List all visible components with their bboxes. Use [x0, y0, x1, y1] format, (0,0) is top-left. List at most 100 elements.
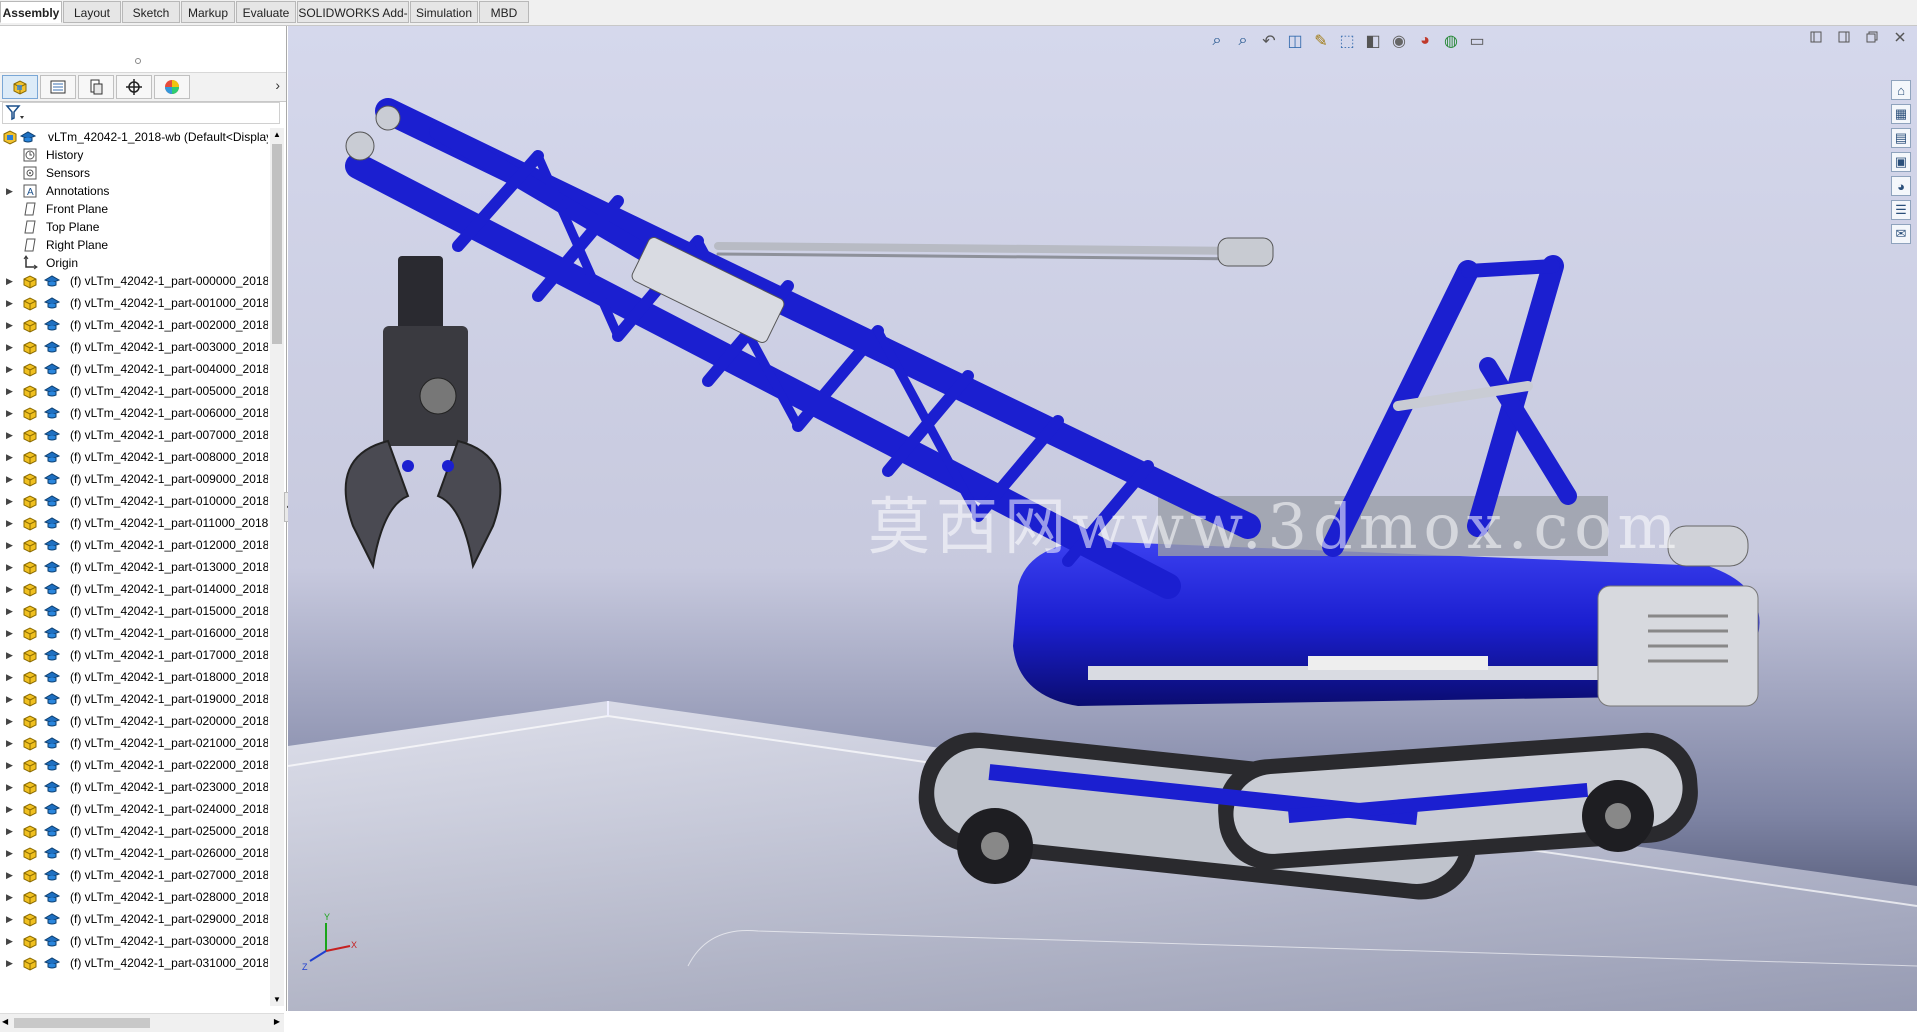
expand-arrow-icon[interactable]: ▶ [6, 336, 14, 358]
dimxpert-tab[interactable] [116, 75, 152, 99]
tree-item-part[interactable]: ▶ (f) vLTm_42042-1_part-017000_2018< [0, 644, 268, 666]
tree-item-part[interactable]: ▶ (f) vLTm_42042-1_part-009000_2018< [0, 468, 268, 490]
scroll-right-icon[interactable]: ▶ [274, 1017, 280, 1026]
tree-item-part[interactable]: ▶ (f) vLTm_42042-1_part-004000_2018< [0, 358, 268, 380]
tree-item-part[interactable]: ▶ (f) vLTm_42042-1_part-022000_2018< [0, 754, 268, 776]
tab-evaluate[interactable]: Evaluate [236, 1, 296, 23]
file-explorer-icon[interactable]: ▤ [1891, 128, 1911, 148]
forum-icon[interactable]: ✉ [1891, 224, 1911, 244]
tile-left-icon[interactable] [1809, 30, 1823, 44]
tree-item-part[interactable]: ▶ (f) vLTm_42042-1_part-014000_2018< [0, 578, 268, 600]
expand-arrow-icon[interactable]: ▶ [6, 732, 14, 754]
tree-item-part[interactable]: ▶ (f) vLTm_42042-1_part-019000_2018< [0, 688, 268, 710]
tree-item-part[interactable]: ▶ (f) vLTm_42042-1_part-013000_2018< [0, 556, 268, 578]
tree-item-part[interactable]: ▶ (f) vLTm_42042-1_part-007000_2018< [0, 424, 268, 446]
tree-item-part[interactable]: ▶ (f) vLTm_42042-1_part-029000_2018< [0, 908, 268, 930]
custom-properties-icon[interactable]: ☰ [1891, 200, 1911, 220]
tree-item-part[interactable]: ▶ (f) vLTm_42042-1_part-030000_2018< [0, 930, 268, 952]
expand-arrow-icon[interactable]: ▶ [6, 468, 14, 490]
tree-item-part[interactable]: ▶ (f) vLTm_42042-1_part-018000_2018< [0, 666, 268, 688]
displaymanager-tab[interactable] [154, 75, 190, 99]
display-style-icon[interactable]: ◧ [1362, 30, 1384, 52]
tab-solidworks-add-ins[interactable]: SOLIDWORKS Add-Ins [297, 1, 409, 42]
expand-arrow-icon[interactable]: ▶ [6, 622, 14, 644]
tree-item-part[interactable]: ▶ (f) vLTm_42042-1_part-023000_2018< [0, 776, 268, 798]
expand-arrow-icon[interactable]: ▶ [6, 380, 14, 402]
tab-mbd[interactable]: MBD [479, 1, 529, 23]
view-orientation-icon[interactable]: ⬚ [1336, 30, 1358, 52]
zoom-to-area-icon[interactable]: ⌕ [1232, 30, 1254, 52]
scroll-thumb[interactable] [14, 1018, 150, 1028]
dynamic-annotation-icon[interactable]: ✎ [1310, 30, 1332, 52]
tab-markup[interactable]: Markup [181, 1, 235, 23]
tree-item-part[interactable]: ▶ (f) vLTm_42042-1_part-015000_2018< [0, 600, 268, 622]
tile-right-icon[interactable] [1837, 30, 1851, 44]
expand-arrow-icon[interactable]: ▶ [6, 358, 14, 380]
expand-arrow-icon[interactable]: ▶ [6, 446, 14, 468]
tree-item-part[interactable]: ▶ (f) vLTm_42042-1_part-008000_2018< [0, 446, 268, 468]
tree-item-part[interactable]: ▶ (f) vLTm_42042-1_part-010000_2018< [0, 490, 268, 512]
expand-arrow-icon[interactable]: ▶ [6, 424, 14, 446]
tree-filter-input[interactable] [2, 102, 280, 124]
expand-arrow-icon[interactable]: ▶ [6, 292, 14, 314]
expand-arrow-icon[interactable]: ▶ [6, 556, 14, 578]
expand-arrow-icon[interactable]: ▶ [6, 952, 14, 974]
zoom-to-fit-icon[interactable]: ⌕ [1206, 30, 1228, 52]
tree-vertical-scrollbar[interactable]: ▲ ▼ [270, 128, 284, 1006]
tree-item-part[interactable]: ▶ (f) vLTm_42042-1_part-005000_2018< [0, 380, 268, 402]
tree-item-part[interactable]: ▶ (f) vLTm_42042-1_part-011000_2018< [0, 512, 268, 534]
tab-layout[interactable]: Layout [63, 1, 121, 23]
tree-item-part[interactable]: ▶ (f) vLTm_42042-1_part-001000_2018< [0, 292, 268, 314]
expand-arrow-icon[interactable]: ▶ [6, 908, 14, 930]
expand-arrow-icon[interactable]: ▶ [6, 820, 14, 842]
tree-item-part[interactable]: ▶ (f) vLTm_42042-1_part-016000_2018< [0, 622, 268, 644]
tree-item-part[interactable]: ▶ (f) vLTm_42042-1_part-012000_2018< [0, 534, 268, 556]
expand-arrow-icon[interactable]: ▶ [6, 666, 14, 688]
view-settings-icon[interactable]: ▭ [1466, 30, 1488, 52]
hide-show-items-icon[interactable]: ◉ [1388, 30, 1410, 52]
expand-arrow-icon[interactable]: ▶ [6, 798, 14, 820]
design-library-icon[interactable]: ▦ [1891, 104, 1911, 124]
expand-arrow-icon[interactable]: ▶ [6, 644, 14, 666]
section-view-icon[interactable]: ◫ [1284, 30, 1306, 52]
featuremanager-tab[interactable] [2, 75, 38, 99]
expand-arrow-icon[interactable]: ▶ [6, 930, 14, 952]
scroll-up-icon[interactable]: ▲ [273, 130, 281, 139]
tree-item-part[interactable]: ▶ (f) vLTm_42042-1_part-002000_2018< [0, 314, 268, 336]
tree-item-part[interactable]: ▶ (f) vLTm_42042-1_part-020000_2018< [0, 710, 268, 732]
expand-arrow-icon[interactable]: ▶ [6, 754, 14, 776]
tab-simulation[interactable]: Simulation [410, 1, 478, 23]
expand-arrow-icon[interactable]: ▶ [6, 600, 14, 622]
expand-arrow-icon[interactable]: ▶ [6, 512, 14, 534]
configurationmanager-tab[interactable] [78, 75, 114, 99]
expand-arrow-icon[interactable]: ▶ [6, 490, 14, 512]
expand-arrow-icon[interactable]: ▶ [6, 710, 14, 732]
chevron-right-icon[interactable]: › [275, 77, 280, 93]
tree-item-part[interactable]: ▶ (f) vLTm_42042-1_part-025000_2018< [0, 820, 268, 842]
tree-item-part[interactable]: ▶ (f) vLTm_42042-1_part-003000_2018< [0, 336, 268, 358]
expand-arrow-icon[interactable]: ▶ [6, 270, 14, 292]
tree-item-part[interactable]: ▶ (f) vLTm_42042-1_part-028000_2018< [0, 886, 268, 908]
edit-appearance-icon[interactable]: ◕ [1414, 30, 1436, 52]
appearances-icon[interactable]: ◕ [1891, 176, 1911, 196]
expand-arrow-icon[interactable]: ▶ [6, 886, 14, 908]
tree-item-part[interactable]: ▶ (f) vLTm_42042-1_part-026000_2018< [0, 842, 268, 864]
tree-item-part[interactable]: ▶ (f) vLTm_42042-1_part-000000_2018< [0, 270, 268, 292]
tab-sketch[interactable]: Sketch [122, 1, 180, 23]
expand-arrow-icon[interactable]: ▶ [6, 314, 14, 336]
expand-arrow-icon[interactable]: ▶ [6, 864, 14, 886]
previous-view-icon[interactable]: ↶ [1258, 30, 1280, 52]
graphics-area[interactable]: Y X Z 莫西网www.3dmox.com ⌕ ⌕ ↶ ◫ ✎ ⬚ ◧ ◉ ◕ ◍ ▭ ⌂ ▦ ▤ ▣ ◕… [288, 26, 1917, 1011]
expand-arrow-icon[interactable]: ▶ [6, 578, 14, 600]
expand-arrow-icon[interactable]: ▶ [6, 688, 14, 710]
tree-horizontal-scrollbar[interactable]: ◀ ▶ [0, 1013, 284, 1032]
tree-item-part[interactable]: ▶ (f) vLTm_42042-1_part-031000_2018< [0, 952, 268, 974]
restore-window-icon[interactable] [1865, 30, 1879, 44]
expand-arrow-icon[interactable]: ▶ [6, 842, 14, 864]
expand-arrow-icon[interactable]: ▶ [6, 402, 14, 424]
scroll-left-icon[interactable]: ◀ [2, 1017, 8, 1026]
view-palette-icon[interactable]: ▣ [1891, 152, 1911, 172]
propertymanager-tab[interactable] [40, 75, 76, 99]
tree-item-part[interactable]: ▶ (f) vLTm_42042-1_part-024000_2018< [0, 798, 268, 820]
tree-item-part[interactable]: ▶ (f) vLTm_42042-1_part-006000_2018< [0, 402, 268, 424]
